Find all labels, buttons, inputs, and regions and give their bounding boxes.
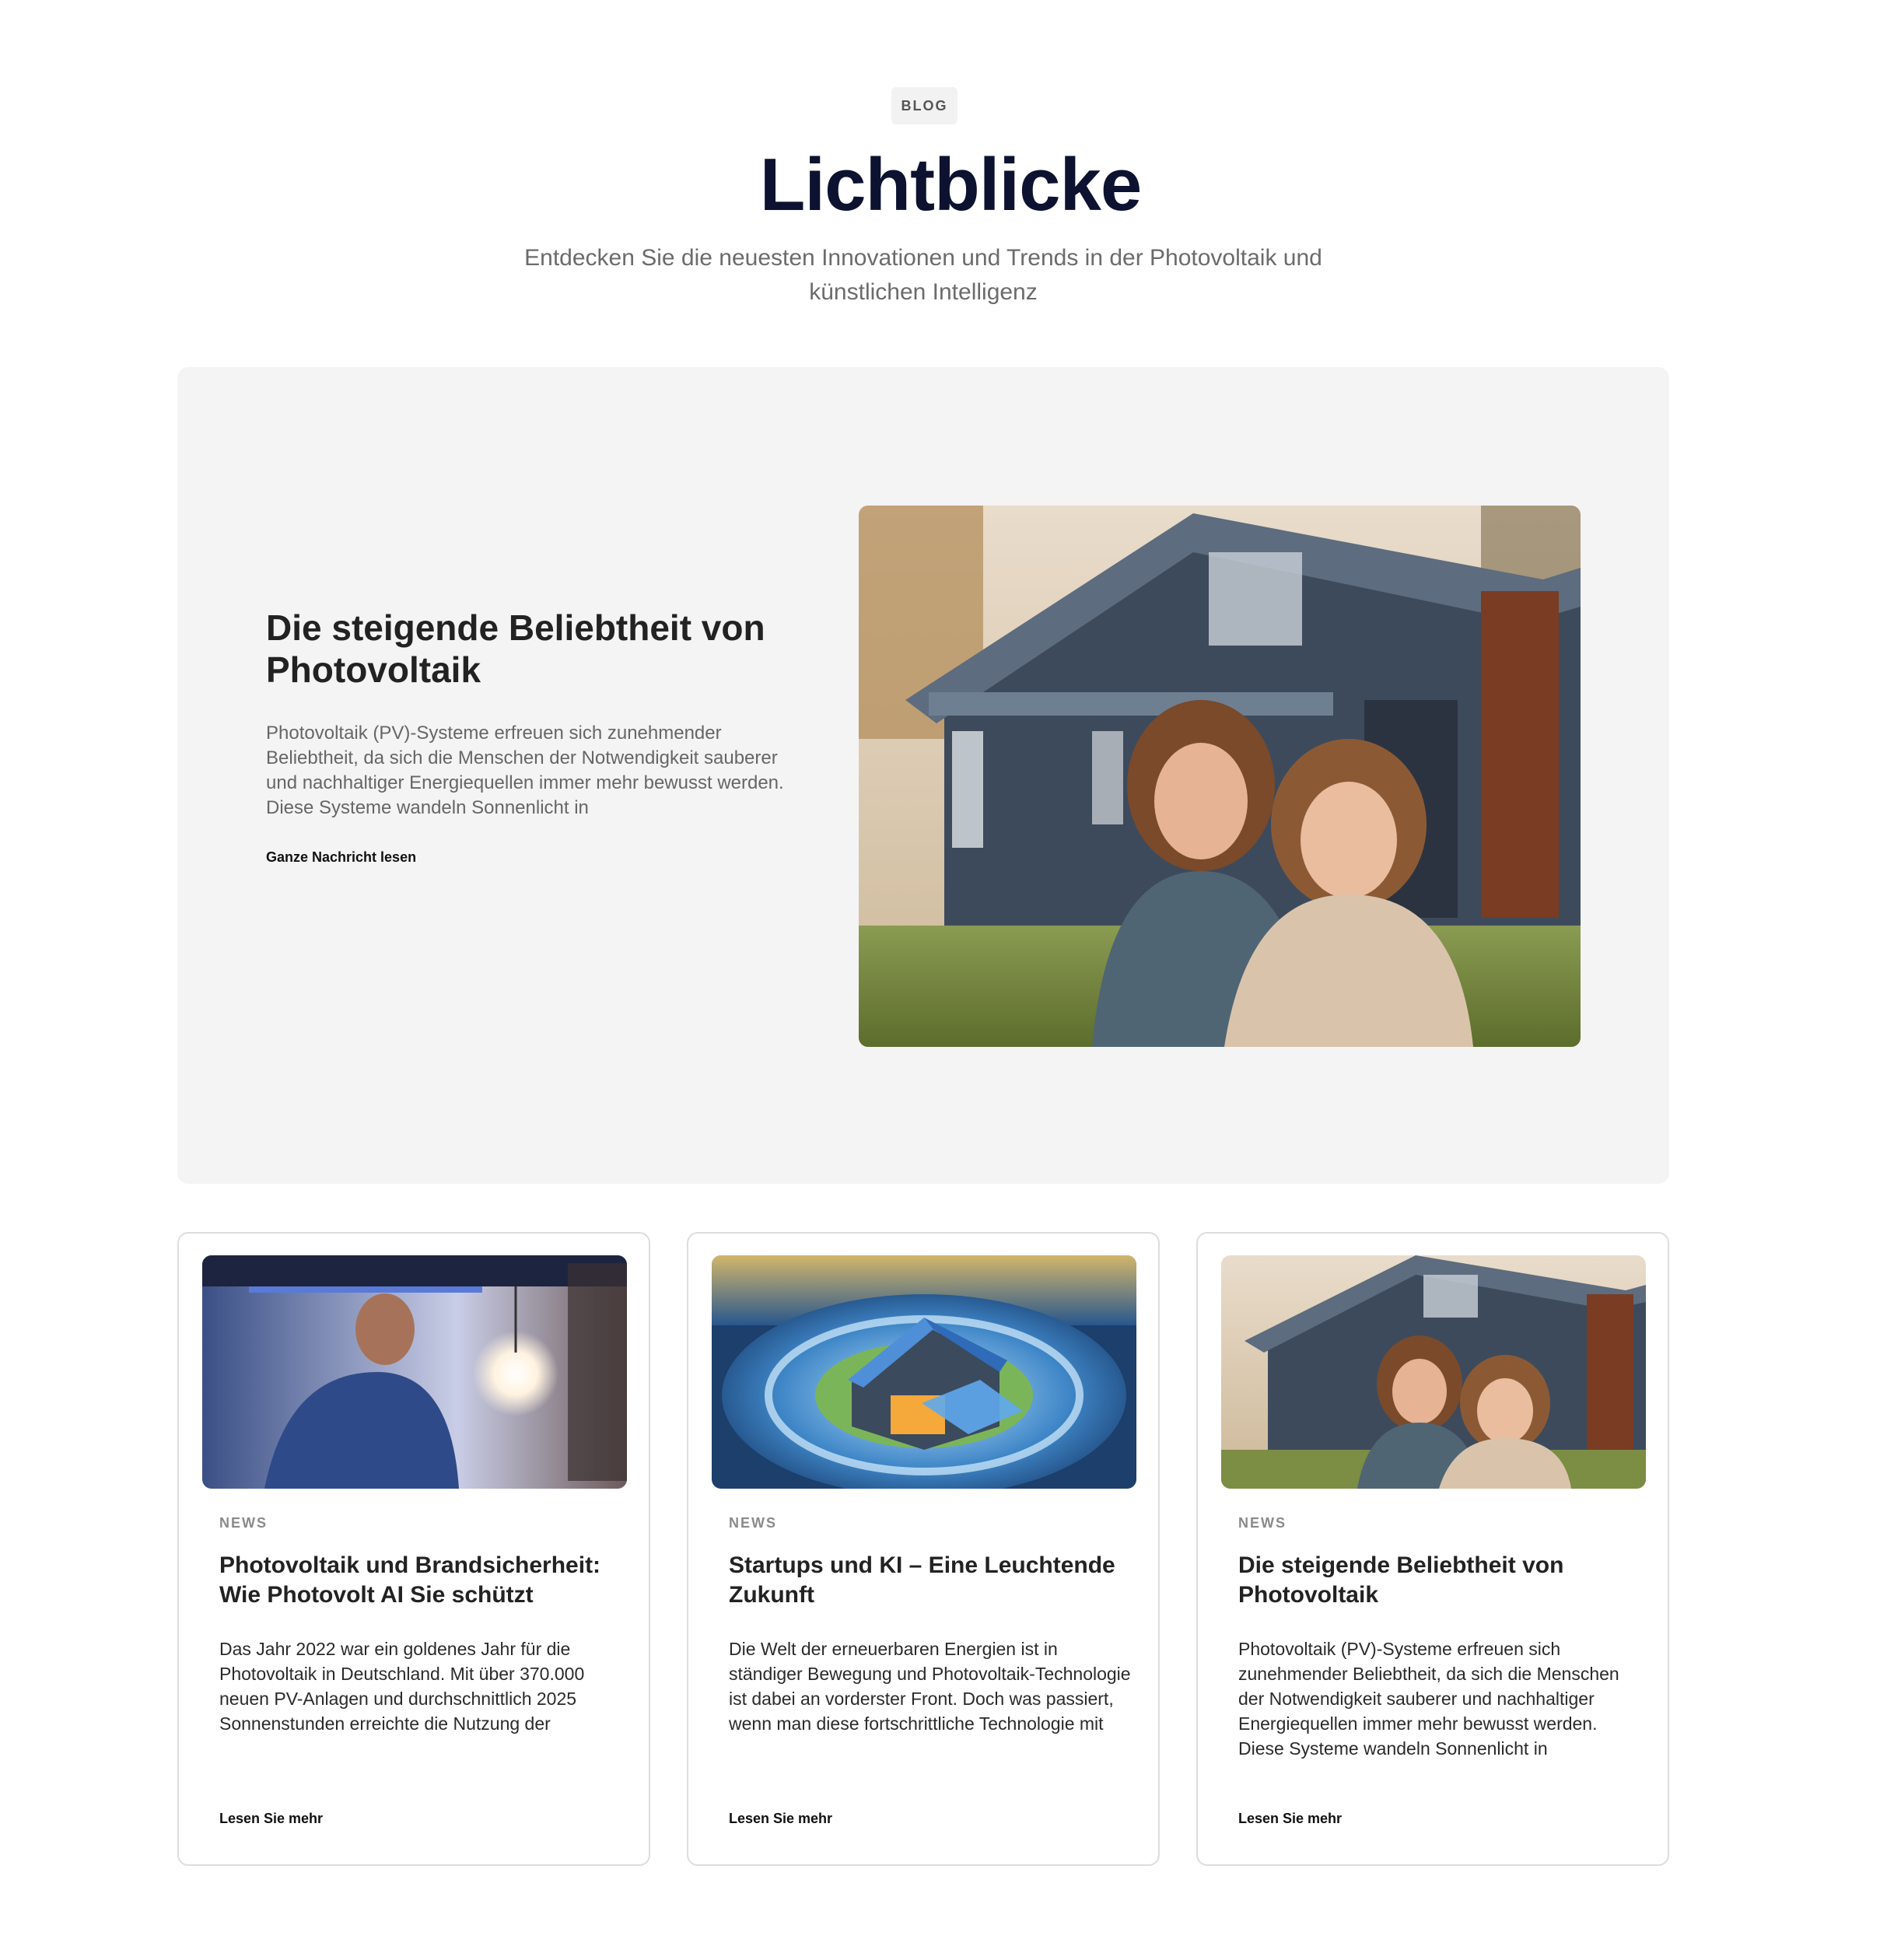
card-title[interactable]: Startups und KI – Eine Leuchtende Zukunf… <box>729 1551 1133 1610</box>
card-excerpt: Das Jahr 2022 war ein goldenes Jahr für … <box>219 1639 585 1734</box>
read-full-article-link[interactable]: Ganze Nachricht lesen <box>266 849 416 866</box>
page-subtitle: Entdecken Sie die neuesten Innovationen … <box>524 245 1322 305</box>
article-card-grid: NEWS Photovoltaik und Brandsicherheit: W… <box>177 1232 1669 1866</box>
article-card[interactable]: NEWS Die steigende Beliebtheit von Photo… <box>1196 1232 1669 1866</box>
card-title[interactable]: Photovoltaik und Brandsicherheit: Wie Ph… <box>219 1551 624 1610</box>
featured-image[interactable] <box>859 506 1581 1047</box>
read-more-link[interactable]: Lesen Sie mehr <box>219 1811 323 1827</box>
read-more-link[interactable]: Lesen Sie mehr <box>729 1811 832 1827</box>
article-card[interactable]: NEWS Startups und KI – Eine Leuchtende Z… <box>687 1232 1160 1866</box>
featured-article: Die steigende Beliebtheit von Photovolta… <box>177 367 1669 1184</box>
card-title[interactable]: Die steigende Beliebtheit von Photovolta… <box>1238 1551 1643 1610</box>
card-excerpt: Die Welt der erneuerbaren Energien ist i… <box>729 1639 1131 1734</box>
card-category: NEWS <box>219 1515 268 1531</box>
card-image-children-house[interactable] <box>1221 1255 1646 1489</box>
blog-badge: BLOG <box>891 87 958 124</box>
featured-title[interactable]: Die steigende Beliebtheit von Photovolta… <box>266 607 795 691</box>
blog-page: BLOG Lichtblicke Entdecken Sie die neues… <box>0 0 1901 1960</box>
card-category: NEWS <box>1238 1515 1287 1531</box>
card-image-solar-house[interactable] <box>712 1255 1136 1489</box>
read-more-link[interactable]: Lesen Sie mehr <box>1238 1811 1342 1827</box>
card-excerpt: Photovoltaik (PV)-Systeme erfreuen sich … <box>1238 1639 1619 1759</box>
page-title: Lichtblicke <box>759 143 1142 226</box>
featured-excerpt: Photovoltaik (PV)-Systeme erfreuen sich … <box>266 723 784 818</box>
card-image-technician[interactable] <box>202 1255 627 1489</box>
card-category: NEWS <box>729 1515 777 1531</box>
article-card[interactable]: NEWS Photovoltaik und Brandsicherheit: W… <box>177 1232 650 1866</box>
